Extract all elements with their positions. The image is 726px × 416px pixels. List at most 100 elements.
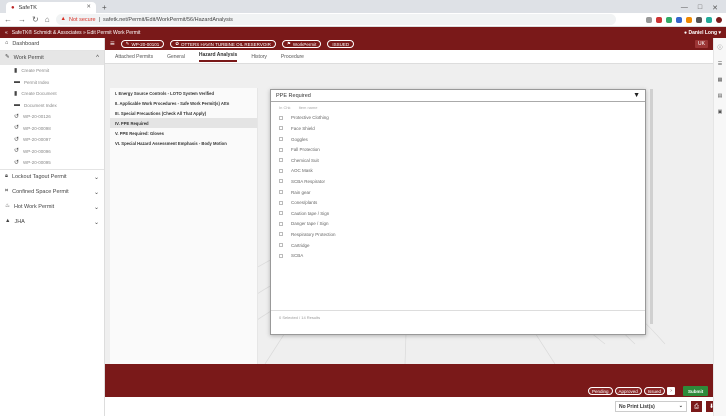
checkbox[interactable] bbox=[279, 126, 283, 131]
extension-icons bbox=[646, 16, 722, 23]
next-button[interactable]: › bbox=[667, 387, 676, 395]
checkbox[interactable] bbox=[279, 158, 283, 163]
checkbox[interactable] bbox=[279, 190, 283, 195]
ppe-option-row[interactable]: Danger tape / Sign bbox=[271, 219, 645, 230]
dropdown-header[interactable]: PPE Required ▼ bbox=[271, 90, 645, 102]
extension-icon[interactable] bbox=[666, 16, 672, 23]
close-window-button[interactable]: ✕ bbox=[712, 4, 718, 12]
print-list-select[interactable]: No Print List(s) ⌄ bbox=[615, 401, 687, 412]
checkbox[interactable] bbox=[279, 168, 283, 173]
site-badge[interactable]: ✿ OTTERS HAVIN TURBINE OIL RESERVOIR bbox=[170, 40, 276, 48]
checkbox[interactable] bbox=[279, 137, 283, 142]
profile-avatar[interactable] bbox=[716, 16, 722, 23]
sidebar-subitem[interactable]: ↺ WP-20-00126 bbox=[0, 111, 104, 123]
tab-general[interactable]: General bbox=[167, 54, 185, 60]
address-bar[interactable]: ▲ Not secure | safetk.net/Permit/Edit/Wo… bbox=[55, 14, 616, 25]
approved-button[interactable]: Approved bbox=[614, 387, 642, 395]
ppe-option-row[interactable]: Rain gear bbox=[271, 187, 645, 198]
sidebar-item-hot-work[interactable]: ♨ Hot Work Permit ⌄ bbox=[0, 200, 104, 215]
tab-hazard-analysis[interactable]: Hazard Analysis bbox=[198, 52, 238, 62]
tab-attached-permits[interactable]: Attached Permits bbox=[115, 54, 153, 60]
checkbox[interactable] bbox=[279, 221, 283, 226]
issued-button[interactable]: Issued bbox=[643, 387, 666, 395]
tab-history[interactable]: History bbox=[251, 54, 267, 60]
sidebar-subitem[interactable]: ↺ WP-20-00098 bbox=[0, 123, 104, 135]
permit-type-badge[interactable]: ⚑ WorkPermit bbox=[281, 40, 322, 48]
tab-procedure[interactable]: Procedure bbox=[281, 54, 304, 60]
grid-icon[interactable]: ▦ bbox=[718, 78, 723, 83]
sidebar-subitem[interactable]: ↺ WP-20-00096 bbox=[0, 146, 104, 158]
section-item-selected[interactable]: IV. PPE Required bbox=[110, 118, 257, 128]
bookmark-star-icon[interactable] bbox=[646, 16, 652, 23]
reload-icon[interactable]: ↻ bbox=[32, 15, 39, 24]
checkbox[interactable] bbox=[279, 200, 283, 205]
sidebar-subitem-label: WP-20-00096 bbox=[23, 148, 51, 154]
right-toolbar-button[interactable]: UK bbox=[695, 40, 708, 48]
favicon-icon: ● bbox=[11, 4, 15, 11]
sidebar-item-jha[interactable]: ▲ JHA ⌄ bbox=[0, 215, 104, 230]
checkbox[interactable] bbox=[279, 253, 283, 258]
sidebar-subitem[interactable]: ▮ Create Document bbox=[0, 88, 104, 100]
ppe-option-row[interactable]: Face Shield bbox=[271, 123, 645, 134]
extension-icon[interactable] bbox=[676, 16, 682, 23]
checkbox[interactable] bbox=[279, 232, 283, 237]
sidebar-item-work-permit[interactable]: ✎ Work Permit ^ bbox=[0, 51, 104, 65]
submit-button[interactable]: Submit bbox=[683, 386, 709, 396]
checkbox[interactable] bbox=[279, 115, 283, 120]
extension-icon[interactable] bbox=[656, 16, 662, 23]
ppe-option-row[interactable]: Goggles bbox=[271, 134, 645, 145]
collapse-icon[interactable]: « bbox=[5, 30, 8, 36]
ppe-option-row[interactable]: Fall Protection bbox=[271, 144, 645, 155]
minimize-button[interactable]: — bbox=[681, 4, 688, 11]
forward-arrow-icon[interactable]: → bbox=[18, 15, 26, 24]
sidebar-item-confined-space[interactable]: ⌗ Confined Space Permit ⌄ bbox=[0, 185, 104, 200]
section-item[interactable]: V. PPE Required: Gloves bbox=[110, 128, 257, 138]
extension-icon[interactable] bbox=[706, 16, 712, 23]
checkbox[interactable] bbox=[279, 211, 283, 216]
printer-icon[interactable]: ⎙ bbox=[691, 401, 702, 412]
status-badge[interactable]: ISSUED bbox=[327, 40, 355, 48]
maximize-button[interactable]: □ bbox=[698, 4, 702, 11]
ppe-option-row[interactable]: SCBA Respirator bbox=[271, 176, 645, 187]
filter-icon[interactable]: ▼ bbox=[633, 92, 640, 99]
ppe-option-row[interactable]: SCBA bbox=[271, 250, 645, 261]
close-tab-icon[interactable]: ✕ bbox=[86, 4, 91, 11]
ppe-option-row[interactable]: Protective Clothing bbox=[271, 113, 645, 124]
ppe-option-row[interactable]: Caution tape / Sign bbox=[271, 208, 645, 219]
extension-icon[interactable] bbox=[686, 16, 692, 23]
chevron-up-icon: ^ bbox=[96, 55, 99, 61]
back-arrow-icon[interactable]: ← bbox=[4, 15, 12, 24]
section-item[interactable]: II. Applicable Work Procedures - Safe Wo… bbox=[110, 98, 257, 108]
ppe-option-row[interactable]: Respiratory Protection bbox=[271, 229, 645, 240]
pending-button[interactable]: Pending bbox=[588, 387, 613, 395]
ppe-option-row[interactable]: Chemical Suit bbox=[271, 155, 645, 166]
extension-icon[interactable] bbox=[696, 16, 702, 23]
scrollbar[interactable] bbox=[650, 89, 653, 324]
checkbox[interactable] bbox=[279, 147, 283, 152]
ppe-option-row[interactable]: AOC Mask bbox=[271, 166, 645, 177]
sidebar-subitem[interactable]: ↺ WP-20-00095 bbox=[0, 157, 104, 169]
section-item[interactable]: III. Special Precautions (Check All That… bbox=[110, 108, 257, 118]
user-menu[interactable]: ● Daniel Long ▾ bbox=[684, 30, 721, 36]
sidebar-subitem[interactable]: ▬ Document Index bbox=[0, 100, 104, 112]
info-icon[interactable]: ⓘ bbox=[717, 46, 722, 51]
ppe-option-row[interactable]: Cones/plants bbox=[271, 197, 645, 208]
section-item[interactable]: I. Energy Source Controls - LOTO System … bbox=[110, 88, 257, 98]
list-icon[interactable]: ☰ bbox=[718, 62, 722, 67]
checkbox[interactable] bbox=[279, 243, 283, 248]
section-item[interactable]: VI. Special Hazard Assessment Emphasis -… bbox=[110, 138, 257, 148]
sidebar-item-dashboard[interactable]: ⌂ Dashboard bbox=[0, 38, 104, 50]
clipboard-icon[interactable]: ▣ bbox=[718, 110, 723, 115]
sidebar-subitem[interactable]: ▮ Create Permit bbox=[0, 65, 104, 77]
checkbox[interactable] bbox=[279, 179, 283, 184]
browser-tab[interactable]: ● SafeTK ✕ bbox=[6, 2, 96, 13]
new-tab-button[interactable]: + bbox=[102, 2, 107, 13]
sidebar-subitem[interactable]: ↺ WP-20-00097 bbox=[0, 134, 104, 146]
sidebar-subitem[interactable]: ▬ Permit Index bbox=[0, 77, 104, 89]
permit-id-badge[interactable]: ✎ WP-20-00101 bbox=[120, 40, 165, 48]
sidebar-item-lockout-tagout[interactable]: 🔒︎ Lockout Tagout Permit ⌄ bbox=[0, 170, 104, 185]
home-icon[interactable]: ⌂ bbox=[45, 15, 50, 24]
hamburger-menu-icon[interactable]: ≡ bbox=[110, 40, 115, 48]
ppe-option-row[interactable]: Cartridge bbox=[271, 240, 645, 251]
document-icon[interactable]: ▤ bbox=[718, 94, 723, 99]
